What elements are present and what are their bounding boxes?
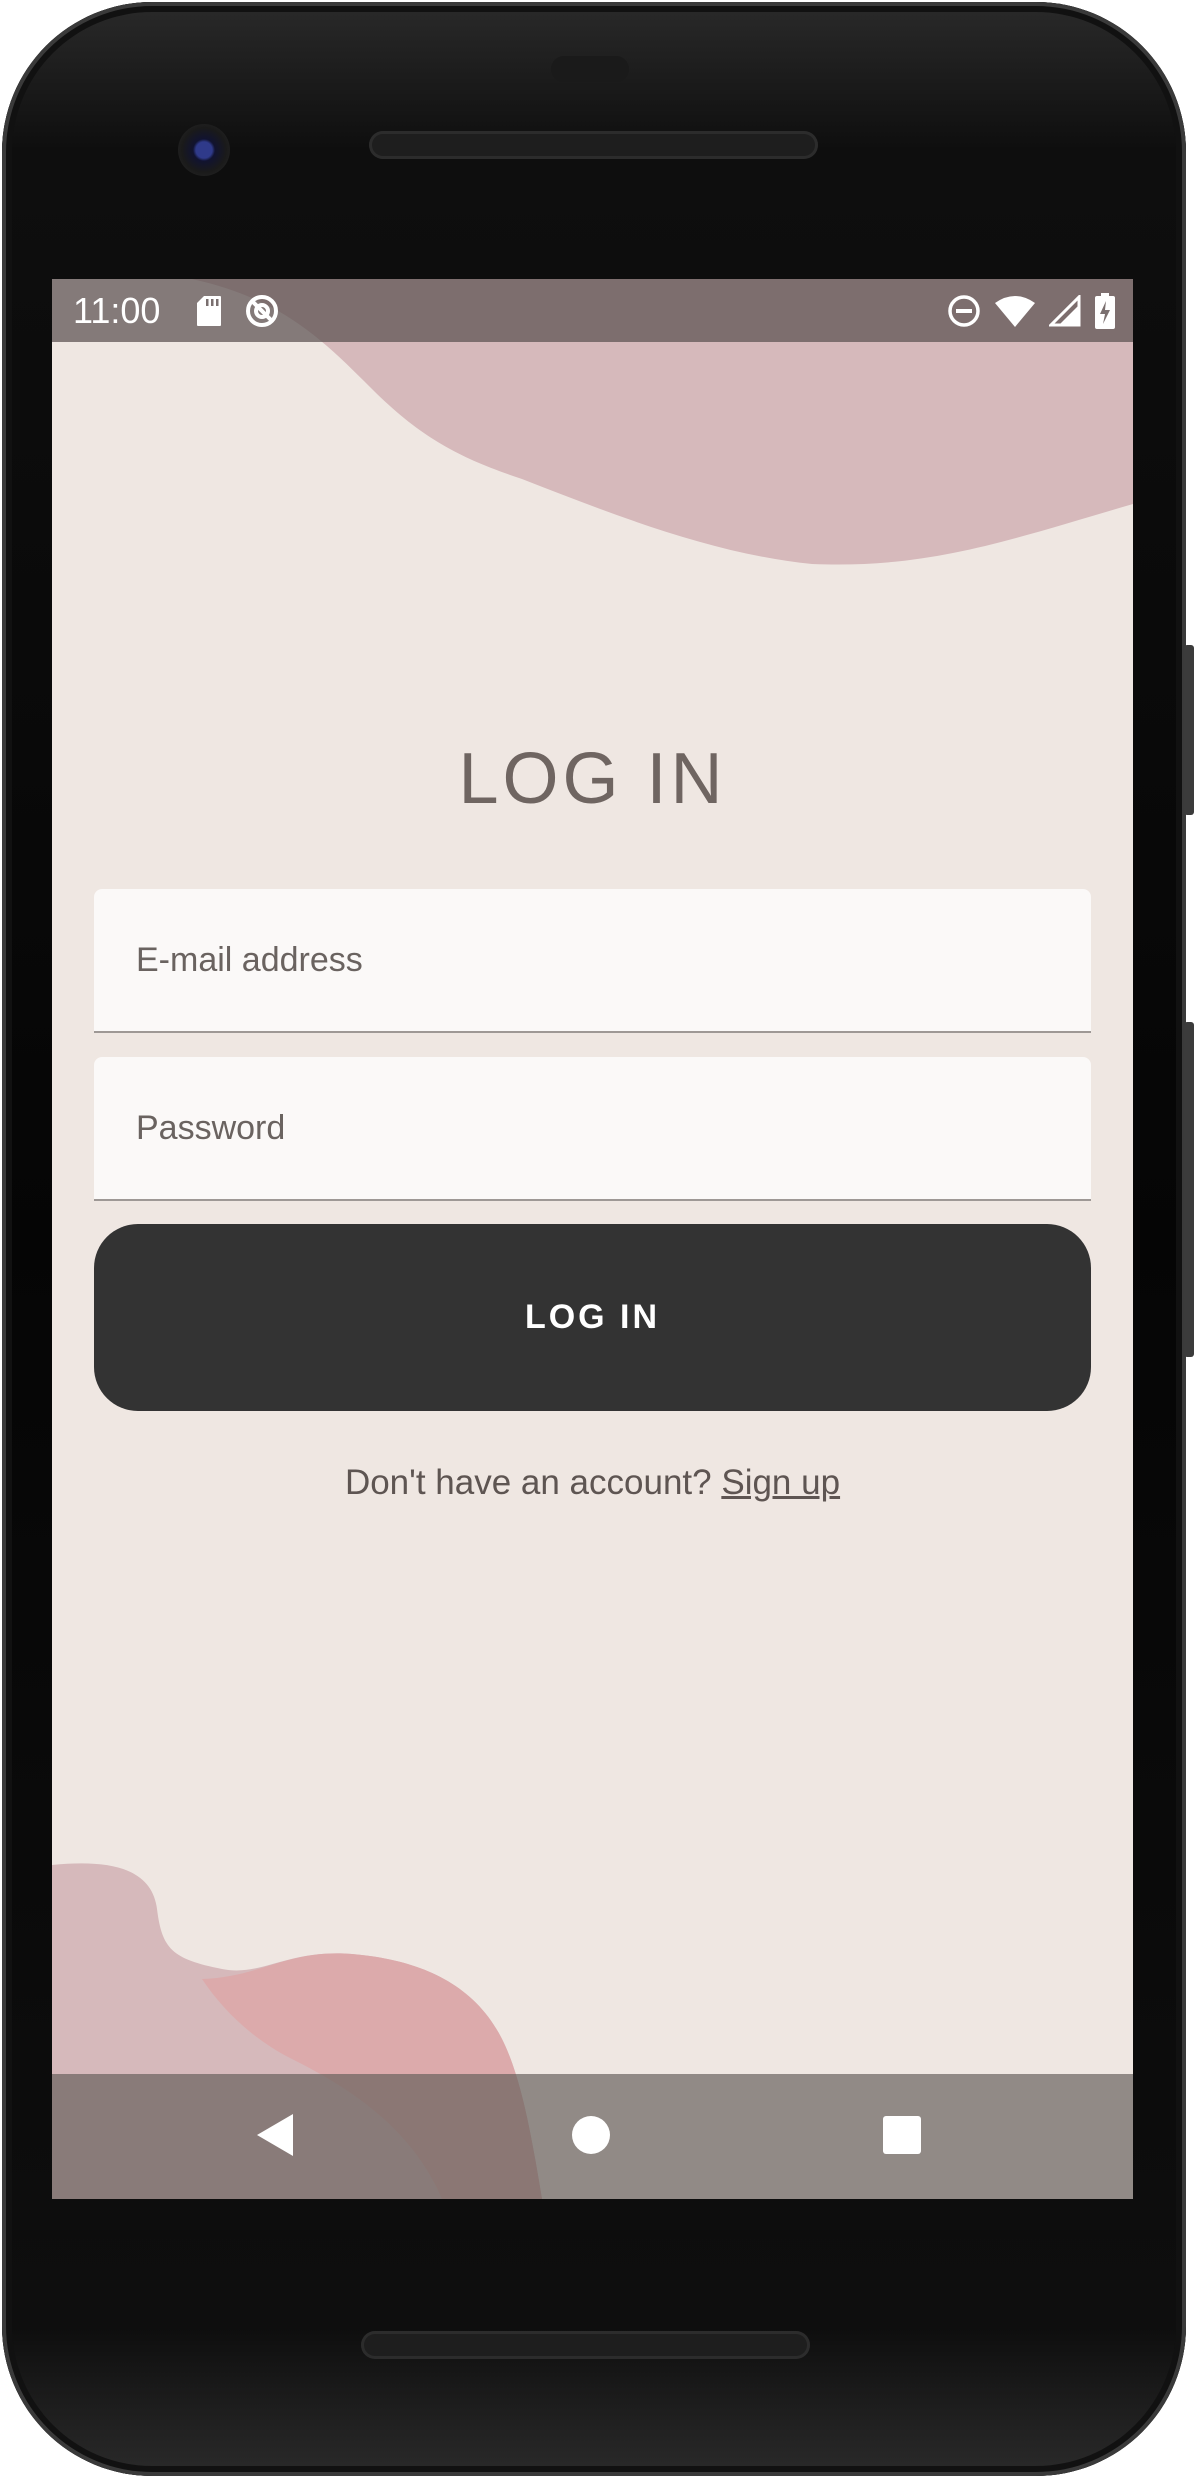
- recents-icon: [882, 2115, 922, 2160]
- wifi-icon: [995, 295, 1035, 327]
- do-not-disturb-icon: [947, 294, 981, 328]
- back-button[interactable]: [230, 2092, 320, 2182]
- battery-charging-icon: [1095, 293, 1115, 329]
- status-right-icons: [947, 291, 1115, 331]
- page-title: LOG IN: [458, 739, 727, 819]
- phone-device: 11:00 LOG IN E-mail address LOG IN Don't…: [0, 0, 1194, 2480]
- signup-row: Don't have an account? Sign up: [52, 1459, 1133, 1507]
- front-camera: [178, 124, 230, 176]
- recents-button[interactable]: [857, 2092, 947, 2182]
- cell-signal-icon: [1049, 295, 1081, 327]
- volume-rocker: [1184, 1022, 1194, 1357]
- password-input[interactable]: [94, 1057, 1091, 1199]
- proximity-sensor: [551, 56, 629, 82]
- password-field[interactable]: [94, 1057, 1091, 1201]
- email-input[interactable]: [94, 889, 1091, 1031]
- power-button: [1184, 645, 1194, 815]
- data-saver-icon: [244, 293, 280, 329]
- navigation-bar: [52, 2074, 1133, 2199]
- login-button[interactable]: LOG IN: [94, 1224, 1091, 1411]
- signup-prompt: Don't have an account?: [344, 1463, 712, 1502]
- status-bar: 11:00: [52, 279, 1133, 342]
- back-icon: [255, 2112, 295, 2163]
- signup-link[interactable]: Sign up: [721, 1463, 840, 1502]
- app-screen: 11:00 LOG IN E-mail address LOG IN Don't…: [52, 279, 1133, 2199]
- status-time: 11:00: [73, 290, 161, 331]
- home-button[interactable]: [546, 2092, 636, 2182]
- sd-card-icon: [196, 295, 222, 327]
- home-icon: [571, 2115, 611, 2160]
- earpiece-speaker: [369, 131, 818, 159]
- email-field[interactable]: [94, 889, 1091, 1033]
- bottom-speaker: [361, 2331, 810, 2359]
- status-left-icons: [196, 291, 280, 331]
